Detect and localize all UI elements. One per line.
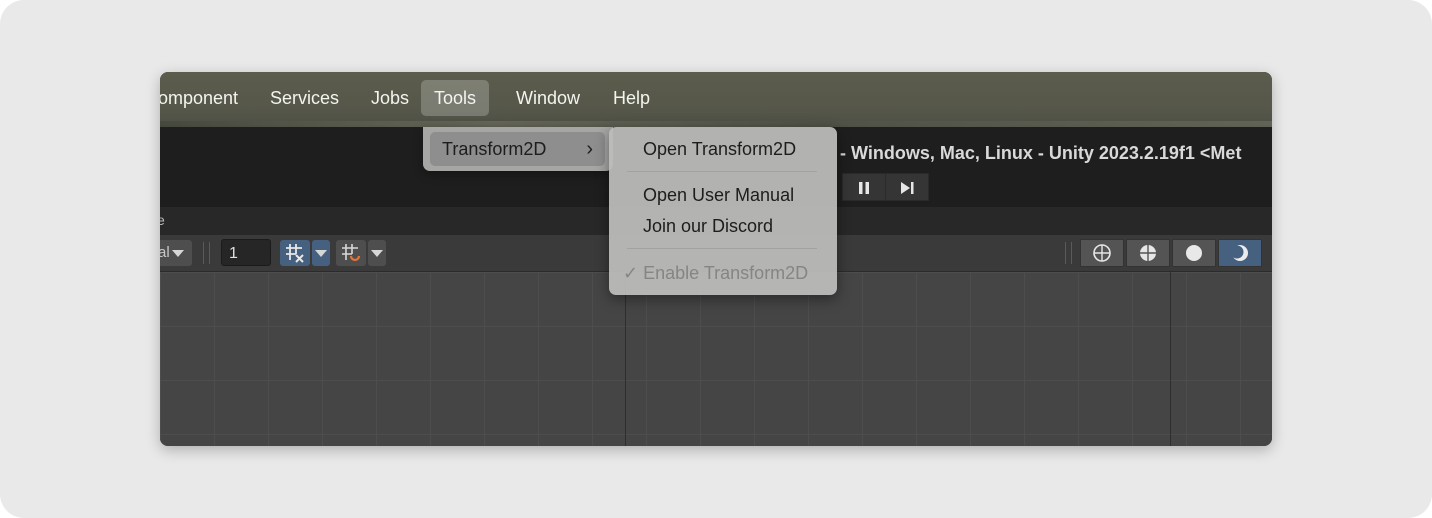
scene-view[interactable] [160, 272, 1272, 446]
chevron-down-icon [371, 250, 383, 257]
menu-window[interactable]: Window [506, 80, 590, 116]
menu-bar: omponent Services Jobs Tools Window Help [160, 72, 1272, 125]
open-transform2d-item[interactable]: Open Transform2D [643, 139, 796, 160]
join-discord-item[interactable]: Join our Discord [643, 216, 773, 237]
menu-services[interactable]: Services [260, 80, 349, 116]
wireframe-sphere-icon [1093, 244, 1111, 262]
chevron-down-icon [315, 250, 327, 257]
transform2d-submenu: Open Transform2D Open User Manual Join o… [609, 127, 837, 295]
pause-icon [859, 182, 869, 195]
tools-menu: Transform2D › [423, 127, 613, 171]
toolbar-grip[interactable] [203, 242, 210, 264]
tab-label[interactable]: e [160, 212, 165, 228]
window-title: - Windows, Mac, Linux - Unity 2023.2.19f… [840, 143, 1242, 163]
checkmark-icon: ✓ [623, 263, 639, 283]
scene-divider [625, 272, 626, 446]
shaded-button[interactable] [1172, 239, 1216, 267]
crescent-sphere-icon [1230, 245, 1248, 261]
step-button[interactable] [885, 173, 929, 201]
chevron-down-icon [172, 250, 184, 257]
grid-snap-icon [286, 244, 304, 263]
shaded-wireframe-button[interactable] [1126, 239, 1170, 267]
increment-snap-dropdown[interactable] [368, 240, 386, 266]
grid-snap-dropdown[interactable] [312, 240, 330, 266]
unlit-shading-button[interactable] [1218, 239, 1262, 267]
menu-separator [627, 171, 817, 172]
view-dropdown[interactable]: al [160, 240, 192, 266]
wireframe-shading-button[interactable] [1080, 239, 1124, 267]
toolbar-grip-right[interactable] [1065, 242, 1072, 264]
unity-editor-window: omponent Services Jobs Tools Window Help… [160, 72, 1272, 446]
scene-divider-right [1170, 272, 1171, 446]
enable-transform2d-item: ✓ Enable Transform2D [623, 263, 808, 284]
shaded-sphere-icon [1186, 245, 1202, 261]
view-dropdown-label: al [160, 244, 170, 261]
grid-snap-button[interactable] [280, 240, 310, 266]
menu-component[interactable]: omponent [160, 80, 248, 116]
enable-transform2d-label: Enable Transform2D [643, 263, 809, 283]
pause-button[interactable] [842, 173, 886, 201]
menu-help[interactable]: Help [603, 80, 660, 116]
menu-jobs[interactable]: Jobs [361, 80, 419, 116]
increment-snap-button[interactable] [336, 240, 366, 266]
chevron-right-icon: › [586, 138, 593, 160]
open-user-manual-item[interactable]: Open User Manual [643, 185, 794, 206]
menu-separator [627, 248, 817, 249]
menu-tools[interactable]: Tools [421, 80, 489, 116]
step-forward-icon [901, 182, 914, 195]
menu-item-transform2d-label: Transform2D [442, 139, 547, 159]
shaded-wireframe-icon [1140, 245, 1156, 261]
increment-snap-icon [342, 244, 361, 262]
menu-item-transform2d[interactable]: Transform2D › [430, 132, 605, 166]
grid-size-input[interactable]: 1 [221, 239, 271, 266]
